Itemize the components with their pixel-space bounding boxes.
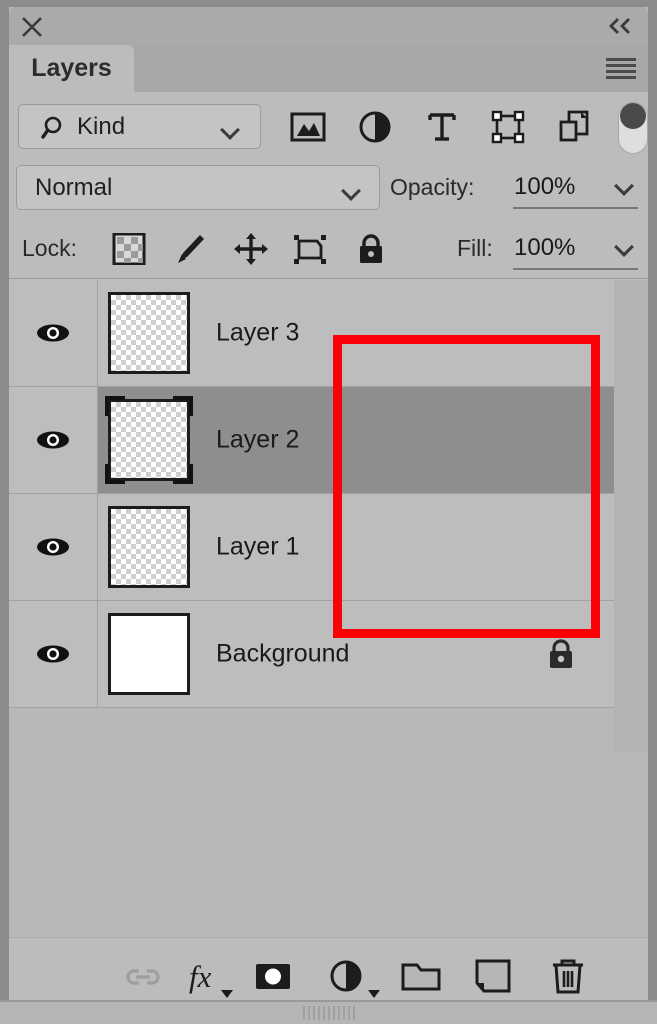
filter-type-layers-icon[interactable] xyxy=(424,110,460,144)
lock-row: Lock: Fill: 100% xyxy=(9,219,648,279)
panel-edge-right xyxy=(648,0,657,1024)
fill-input[interactable]: 100% xyxy=(514,234,575,262)
layer-list-scroll-gutter[interactable] xyxy=(614,280,648,752)
new-group-button[interactable] xyxy=(400,956,442,996)
panel-edge-left xyxy=(0,0,9,1024)
table-row[interactable]: Layer 1 xyxy=(9,494,614,601)
lock-position-icon[interactable] xyxy=(234,233,268,265)
layer-style-menu-arrow-icon[interactable] xyxy=(221,990,233,998)
panel-edge-top xyxy=(0,0,657,7)
table-row[interactable]: Layer 2 xyxy=(9,387,614,494)
menu-line xyxy=(606,70,636,73)
opacity-chevron-down-icon[interactable] xyxy=(616,179,634,189)
layer-visibility-toggle[interactable] xyxy=(9,280,98,386)
layer-locked-icon xyxy=(546,637,576,671)
resize-grip-icon[interactable] xyxy=(302,1006,355,1020)
layer-name[interactable]: Layer 3 xyxy=(216,319,299,348)
filter-kind-select[interactable]: Kind xyxy=(18,104,261,149)
menu-line xyxy=(606,64,636,67)
filter-adjustment-layers-icon[interactable] xyxy=(357,110,393,144)
filter-row: Kind xyxy=(9,92,648,159)
blend-mode-row: Normal Opacity: 100% xyxy=(9,159,648,219)
filter-pixel-layers-icon[interactable] xyxy=(290,110,326,144)
chevron-down-icon[interactable] xyxy=(222,123,240,133)
lock-transparent-pixels-icon[interactable] xyxy=(112,232,146,266)
thumbnail-image xyxy=(108,506,190,588)
panel-resize-strip[interactable] xyxy=(0,1000,657,1024)
layer-name[interactable]: Layer 2 xyxy=(216,426,299,455)
layer-name[interactable]: Background xyxy=(216,640,349,669)
close-icon[interactable] xyxy=(20,15,44,39)
chevron-down-icon[interactable] xyxy=(343,184,361,194)
panel-tabbar: Layers xyxy=(9,45,648,92)
opacity-label: Opacity: xyxy=(390,174,475,200)
active-layer-bracket xyxy=(105,464,125,484)
adjustment-layer-menu-arrow-icon[interactable] xyxy=(368,990,380,998)
eye-icon xyxy=(37,538,69,556)
thumbnail-image xyxy=(108,292,190,374)
layer-name[interactable]: Layer 1 xyxy=(216,533,299,562)
eye-icon xyxy=(37,431,69,449)
lock-all-icon[interactable] xyxy=(354,233,388,265)
opacity-underline xyxy=(513,207,638,209)
svg-text:fx: fx xyxy=(189,959,212,994)
thumbnail-image xyxy=(108,613,190,695)
tab-layers-label: Layers xyxy=(31,54,112,82)
layer-thumbnail[interactable] xyxy=(102,607,196,701)
fill-chevron-down-icon[interactable] xyxy=(616,240,634,250)
tab-layers[interactable]: Layers xyxy=(9,45,134,92)
layer-visibility-toggle[interactable] xyxy=(9,387,98,493)
layer-thumbnail[interactable] xyxy=(102,393,196,487)
layer-thumbnail[interactable] xyxy=(102,500,196,594)
blend-mode-select[interactable]: Normal xyxy=(16,165,380,210)
new-layer-button[interactable] xyxy=(472,956,514,996)
eye-icon xyxy=(37,645,69,663)
collapse-double-chevron-icon[interactable] xyxy=(606,15,634,37)
fill-label: Fill: xyxy=(457,235,493,261)
layer-list: Layer 3 Layer 2 Layer 1 Background xyxy=(9,280,648,752)
lock-image-pixels-icon[interactable] xyxy=(173,233,207,265)
menu-line xyxy=(606,58,636,61)
panel-body: Kind Normal Opacity: 100% Lock: Fill: 10… xyxy=(9,92,648,1012)
filter-kind-label: Kind xyxy=(77,112,126,140)
layer-visibility-toggle[interactable] xyxy=(9,494,98,600)
link-layers-button[interactable] xyxy=(122,956,164,996)
table-row[interactable]: Background xyxy=(9,601,614,708)
lock-label: Lock: xyxy=(22,235,77,261)
delete-layer-button[interactable] xyxy=(547,956,589,996)
layer-mask-button[interactable] xyxy=(252,956,294,996)
active-layer-bracket xyxy=(105,396,125,416)
menu-line xyxy=(606,76,636,79)
adjustment-layer-button[interactable] xyxy=(325,956,367,996)
layers-panel: Layers Kind Normal Opacity: 100% Lock: F… xyxy=(0,0,657,1024)
active-layer-bracket xyxy=(173,464,193,484)
filter-smart-objects-icon[interactable] xyxy=(557,110,593,144)
table-row[interactable]: Layer 3 xyxy=(9,280,614,387)
layer-thumbnail[interactable] xyxy=(102,286,196,380)
panel-titlebar xyxy=(9,7,648,45)
filter-shape-layers-icon[interactable] xyxy=(490,110,526,144)
toggle-knob xyxy=(620,103,646,129)
lock-artboard-nesting-icon[interactable] xyxy=(293,233,327,265)
eye-icon xyxy=(37,324,69,342)
opacity-input[interactable]: 100% xyxy=(514,173,575,201)
magnifier-icon xyxy=(41,114,69,147)
layer-visibility-toggle[interactable] xyxy=(9,601,98,707)
hamburger-menu-icon[interactable] xyxy=(606,58,636,80)
fill-underline xyxy=(513,268,638,270)
active-layer-bracket xyxy=(173,396,193,416)
blend-mode-value: Normal xyxy=(35,173,113,201)
filter-enable-toggle[interactable] xyxy=(618,102,648,154)
